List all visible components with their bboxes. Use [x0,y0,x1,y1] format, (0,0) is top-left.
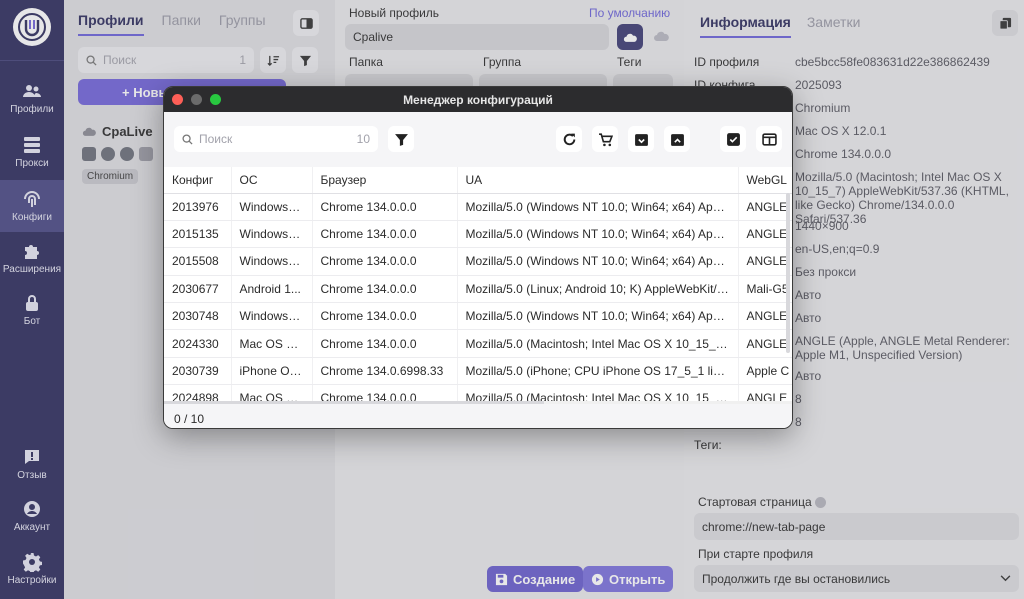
search-placeholder: Поиск [199,132,233,146]
window-controls [172,94,221,105]
config-manager-modal: Менеджер конфигураций Поиск 10 Конфиг ОС… [163,86,793,429]
cart-icon [598,132,613,146]
cell-browser: Chrome 134.0.6998.33 [311,357,457,386]
cell-config: 2024330 [164,329,231,358]
refresh-icon [563,133,575,145]
cell-config: 2030739 [164,357,231,386]
column-header[interactable]: ОС [230,167,312,194]
cell-ua: Mozilla/5.0 (Windows NT 10.0; Win64; x64… [456,247,738,276]
cell-config: 2015135 [164,220,231,249]
cell-ua: Mozilla/5.0 (Macintosh; Intel Mac OS X 1… [456,329,738,358]
config-table: Конфиг ОС Браузер UA WebGL 2013976 Windo… [164,167,792,403]
table-row[interactable]: 2024330 Mac OS X ... Chrome 134.0.0.0 Mo… [164,329,792,358]
selection-counter: 0 / 10 [174,412,205,426]
scrollbar-thumb[interactable] [164,401,544,404]
table-row[interactable]: 2015135 Windows 11 Chrome 134.0.0.0 Mozi… [164,220,792,249]
modal-body: Поиск 10 Конфиг ОС Браузер UA WebGL 2013… [164,112,792,428]
cell-webgl: ANGLE [737,220,792,249]
archive-up-icon [670,133,684,146]
minimize-window-button[interactable] [191,94,202,105]
columns-button[interactable] [756,126,782,152]
filter-icon [394,133,408,146]
cell-webgl: ANGLE [737,302,792,331]
cell-os: Mac OS X ... [230,329,312,358]
cell-config: 2030748 [164,302,231,331]
cell-browser: Chrome 134.0.0.0 [311,329,457,358]
config-search-input[interactable]: Поиск 10 [174,126,378,152]
cell-webgl: Mali-G5 [737,275,792,304]
cell-os: Windows 10 [230,247,312,276]
search-icon [182,133,193,145]
archive-up-button[interactable] [664,126,690,152]
cart-button[interactable] [592,126,618,152]
cell-webgl: ANGLE [737,193,792,221]
cell-ua: Mozilla/5.0 (Windows NT 10.0; Win64; x64… [456,302,738,331]
cell-os: Windows 10 [230,193,312,221]
cell-os: Windows 11 [230,220,312,249]
cell-browser: Chrome 134.0.0.0 [311,193,457,221]
modal-title: Менеджер конфигураций [403,92,553,107]
select-all-button[interactable] [720,126,746,152]
cell-os: iPhone OS... [230,357,312,386]
columns-icon [761,132,777,146]
horizontal-scrollbar[interactable] [164,401,792,404]
search-count: 10 [356,132,370,146]
cell-config: 2013976 [164,193,231,221]
filter-button[interactable] [388,126,414,152]
cell-config: 2015508 [164,247,231,276]
modal-titlebar: Менеджер конфигураций [164,87,792,112]
cell-config: 2030677 [164,275,231,304]
cell-ua: Mozilla/5.0 (iPhone; CPU iPhone OS 17_5_… [456,357,738,386]
cell-webgl: ANGLE [737,329,792,358]
table-row[interactable]: 2030748 Windows 11 Chrome 134.0.0.0 Mozi… [164,302,792,331]
cell-browser: Chrome 134.0.0.0 [311,247,457,276]
archive-down-icon [634,133,648,146]
cell-browser: Chrome 134.0.0.0 [311,302,457,331]
refresh-button[interactable] [556,126,582,152]
table-row[interactable]: 2013976 Windows 10 Chrome 134.0.0.0 Mozi… [164,193,792,221]
table-row[interactable]: 2030677 Android 1... Chrome 134.0.0.0 Mo… [164,275,792,304]
cell-ua: Mozilla/5.0 (Windows NT 10.0; Win64; x64… [456,220,738,249]
archive-down-button[interactable] [628,126,654,152]
cell-webgl: Apple C [737,357,792,386]
cell-ua: Mozilla/5.0 (Linux; Android 10; K) Apple… [456,275,738,304]
column-header[interactable]: Браузер [311,167,457,194]
close-window-button[interactable] [172,94,183,105]
cell-ua: Mozilla/5.0 (Windows NT 10.0; Win64; x64… [456,193,738,221]
column-header[interactable]: UA [456,167,738,194]
cell-webgl: ANGLE [737,247,792,276]
vertical-scrollbar[interactable] [786,193,790,353]
column-header[interactable]: WebGL [737,167,792,194]
cell-browser: Chrome 134.0.0.0 [311,220,457,249]
maximize-window-button[interactable] [210,94,221,105]
table-header-row: Конфиг ОС Браузер UA WebGL [164,167,792,194]
table-row[interactable]: 2015508 Windows 10 Chrome 134.0.0.0 Mozi… [164,247,792,276]
table-row[interactable]: 2030739 iPhone OS... Chrome 134.0.6998.3… [164,357,792,386]
cell-os: Windows 11 [230,302,312,331]
column-header[interactable]: Конфиг [164,167,231,194]
cell-os: Android 1... [230,275,312,304]
cell-browser: Chrome 134.0.0.0 [311,275,457,304]
checkbox-icon [726,132,740,146]
